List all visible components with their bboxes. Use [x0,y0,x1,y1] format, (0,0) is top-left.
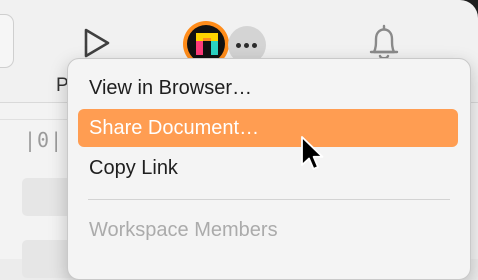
menu-item-view-in-browser[interactable]: View in Browser… [78,69,458,107]
divider [0,119,70,120]
menu-separator [88,199,450,200]
context-menu: View in Browser… Share Document… Copy Li… [67,58,471,280]
toolbar-field[interactable] [0,14,14,68]
columns-icon[interactable]: |0| [24,128,63,152]
menu-item-workspace-members: Workspace Members [89,219,278,241]
more-icon [236,43,241,48]
play-icon[interactable] [80,26,112,60]
pointer-cursor-icon [301,136,324,170]
menu-item-share-document[interactable]: Share Document… [78,109,458,147]
menu-item-copy-link[interactable]: Copy Link [78,149,458,187]
bell-icon[interactable] [366,22,402,62]
